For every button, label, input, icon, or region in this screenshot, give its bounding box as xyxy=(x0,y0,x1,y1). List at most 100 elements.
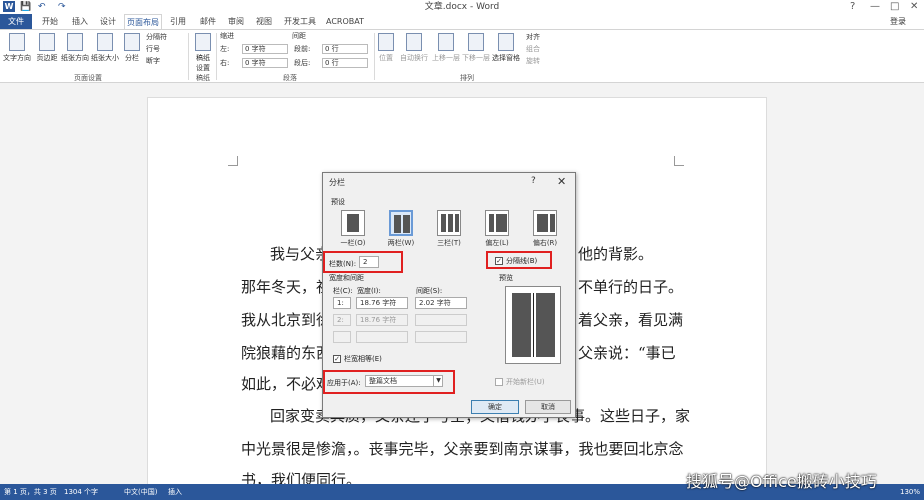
columns-dialog: 分栏 ? ✕ 预设 一栏(O) 两栏(W) 三栏(T) 偏左(L) 偏右(R) … xyxy=(322,172,576,418)
manuscript-group-label: 稿纸 xyxy=(196,74,210,82)
presets-label: 预设 xyxy=(331,198,345,206)
send-backward-button[interactable]: 下移一层 xyxy=(460,33,492,63)
tab-insert[interactable]: 插入 xyxy=(68,14,92,29)
width-input[interactable]: 18.76 字符 xyxy=(356,314,408,326)
crop-mark xyxy=(674,156,684,166)
document-line-right: 着父亲，看见满 xyxy=(578,311,684,329)
new-column-label: 开始新栏(U) xyxy=(506,378,545,386)
tab-home[interactable]: 开始 xyxy=(38,14,62,29)
paragraph-group-label: 段落 xyxy=(283,74,297,82)
crop-mark xyxy=(228,156,238,166)
columns-button[interactable]: 分栏 xyxy=(122,33,142,63)
send-backward-icon xyxy=(468,33,484,51)
bring-forward-button[interactable]: 上移一层 xyxy=(430,33,462,63)
preset-label: 两栏(W) xyxy=(387,239,415,247)
tab-page-layout[interactable]: 页面布局 xyxy=(124,14,162,29)
orientation-button[interactable]: 纸张方向 xyxy=(60,33,90,63)
spacing-after-input[interactable]: 0 行 xyxy=(322,58,368,68)
close-button[interactable]: ✕ xyxy=(910,0,918,14)
title-bar: W 💾 ↶ ↷ 文章.docx - Word ? — □ ✕ xyxy=(0,0,924,14)
ok-button[interactable]: 确定 xyxy=(471,400,519,414)
ribbon-separator xyxy=(188,33,189,80)
preview-separator xyxy=(533,293,534,357)
size-button[interactable]: 纸张大小 xyxy=(90,33,120,63)
send-backward-label: 下移一层 xyxy=(462,54,490,62)
login-link[interactable]: 登录 xyxy=(890,14,906,29)
equal-width-label: 栏宽相等(E) xyxy=(344,355,382,363)
preview-label: 预览 xyxy=(499,274,513,282)
dialog-help-button[interactable]: ? xyxy=(531,176,536,186)
tab-view[interactable]: 视图 xyxy=(252,14,276,29)
breaks-button[interactable]: 分隔符 xyxy=(146,32,167,42)
width-input[interactable] xyxy=(356,331,408,343)
preset-three-columns[interactable] xyxy=(437,210,461,236)
document-line-right: 父亲说：“事已 xyxy=(578,344,676,362)
status-words[interactable]: 1304 个字 xyxy=(64,484,98,500)
tab-mailings[interactable]: 邮件 xyxy=(196,14,220,29)
preview-column xyxy=(536,293,555,357)
indent-right-input[interactable]: 0 字符 xyxy=(242,58,288,68)
text-direction-label: 文字方向 xyxy=(3,54,31,62)
tab-developer[interactable]: 开发工具 xyxy=(282,14,318,29)
preset-label: 偏右(R) xyxy=(532,239,558,247)
indent-right-label: 右: xyxy=(220,59,230,67)
equal-width-checkbox[interactable]: ✓ xyxy=(333,355,341,363)
preset-two-columns[interactable] xyxy=(389,210,413,236)
rotate-button[interactable]: 旋转 xyxy=(526,56,540,66)
spacing-input[interactable] xyxy=(415,314,467,326)
ribbon-tabs: 文件 开始 插入 设计 页面布局 引用 邮件 审阅 视图 开发工具 ACROBA… xyxy=(0,14,924,29)
tab-design[interactable]: 设计 xyxy=(96,14,120,29)
row-number: 1: xyxy=(333,297,351,309)
margins-icon xyxy=(39,33,55,51)
tab-acrobat[interactable]: ACROBAT xyxy=(324,14,366,29)
preset-one-column[interactable] xyxy=(341,210,365,236)
wrap-text-label: 自动换行 xyxy=(400,54,428,62)
selection-pane-button[interactable]: 选择窗格 xyxy=(490,33,522,63)
spacing-before-label: 段前: xyxy=(294,45,311,53)
line-numbers-button[interactable]: 行号 xyxy=(146,44,160,54)
selection-pane-label: 选择窗格 xyxy=(492,54,520,62)
text-direction-icon xyxy=(9,33,25,51)
status-page[interactable]: 第 1 页，共 3 页 xyxy=(4,484,57,500)
margins-button[interactable]: 页边距 xyxy=(34,33,60,63)
document-line: 我与父亲 xyxy=(270,245,331,263)
row-number xyxy=(333,331,351,343)
cancel-button[interactable]: 取消 xyxy=(525,400,571,414)
restore-button[interactable]: □ xyxy=(890,0,899,14)
spacing-input[interactable] xyxy=(415,331,467,343)
margins-label: 页边距 xyxy=(36,54,58,62)
spacing-before-input[interactable]: 0 行 xyxy=(322,44,368,54)
help-button[interactable]: ? xyxy=(850,0,855,14)
manuscript-icon xyxy=(195,33,211,51)
preset-right[interactable] xyxy=(533,210,557,236)
size-label: 纸张大小 xyxy=(91,54,119,62)
status-language[interactable]: 中文(中国) xyxy=(124,484,157,500)
wrap-text-button[interactable]: 自动换行 xyxy=(398,33,430,63)
highlight-box xyxy=(323,251,403,273)
tab-review[interactable]: 审阅 xyxy=(224,14,248,29)
text-direction-button[interactable]: 文字方向 xyxy=(2,33,32,63)
align-button[interactable]: 对齐 xyxy=(526,32,540,42)
preset-left[interactable] xyxy=(485,210,509,236)
status-zoom[interactable]: 130% xyxy=(900,484,920,500)
new-column-checkbox[interactable] xyxy=(495,378,503,386)
status-mode[interactable]: 插入 xyxy=(168,484,182,500)
indent-label: 缩进 xyxy=(220,32,234,40)
position-button[interactable]: 位置 xyxy=(376,33,396,63)
minimize-button[interactable]: — xyxy=(870,0,880,14)
indent-left-input[interactable]: 0 字符 xyxy=(242,44,288,54)
ribbon-separator xyxy=(374,33,375,80)
width-input[interactable]: 18.76 字符 xyxy=(356,297,408,309)
spacing-header: 间距(S): xyxy=(416,287,443,295)
manuscript-button[interactable]: 稿纸设置 xyxy=(193,33,213,73)
hyphenation-button[interactable]: 断字 xyxy=(146,56,160,66)
group-button[interactable]: 组合 xyxy=(526,44,540,54)
spacing-input[interactable]: 2.02 字符 xyxy=(415,297,467,309)
bring-forward-icon xyxy=(438,33,454,51)
document-line: 我从北京到徐 xyxy=(241,311,332,329)
tab-references[interactable]: 引用 xyxy=(166,14,190,29)
tab-file[interactable]: 文件 xyxy=(0,14,32,29)
highlight-box xyxy=(486,251,552,269)
preset-label: 偏左(L) xyxy=(485,239,509,247)
dialog-close-button[interactable]: ✕ xyxy=(557,175,566,188)
